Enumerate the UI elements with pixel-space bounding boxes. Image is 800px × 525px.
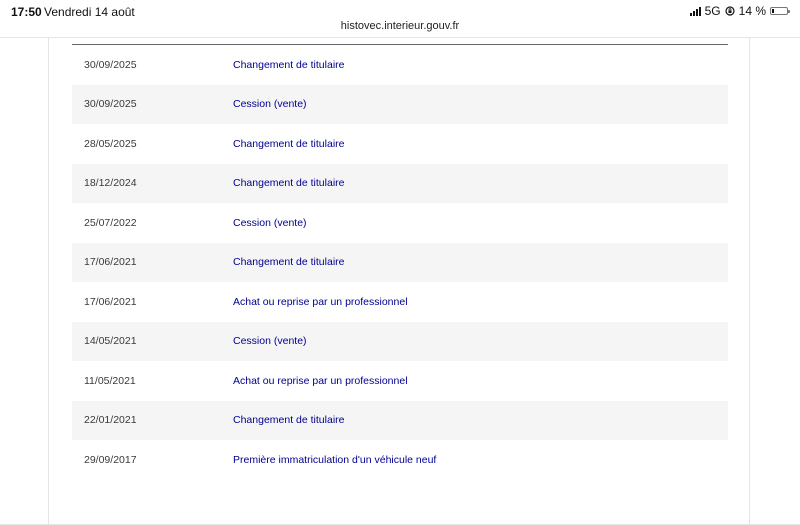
table-row: 17/06/2021 Changement de titulaire	[72, 242, 728, 282]
battery-icon	[770, 7, 790, 15]
row-date: 30/09/2025	[84, 58, 137, 71]
table-row: 18/12/2024 Changement de titulaire	[72, 163, 728, 203]
row-event: Changement de titulaire	[233, 414, 345, 427]
row-event: Changement de titulaire	[233, 58, 345, 71]
row-event: Changement de titulaire	[233, 256, 345, 269]
row-date: 17/06/2021	[84, 295, 137, 308]
battery-level	[772, 9, 774, 13]
row-date: 28/05/2025	[84, 137, 137, 150]
page-content: 30/09/2025 Changement de titulaire 30/09/2…	[0, 38, 800, 525]
row-date: 14/05/2021	[84, 335, 137, 348]
status-date: Vendredi 14 août	[44, 5, 135, 19]
table-row: 30/09/2025 Cession (vente)	[72, 84, 728, 124]
row-date: 29/09/2017	[84, 453, 137, 466]
table-row: 11/05/2021 Achat ou reprise par un profes…	[72, 361, 728, 401]
table-row: 25/07/2022 Cession (vente)	[72, 203, 728, 243]
clock: 17:50	[11, 5, 42, 19]
row-event: Changement de titulaire	[233, 177, 345, 190]
row-event: Première immatriculation d'un véhicule n…	[233, 453, 437, 466]
table-row: 29/09/2017 Première immatriculation d'un …	[72, 440, 728, 480]
row-date: 18/12/2024	[84, 177, 137, 190]
table-row: 28/05/2025 Changement de titulaire	[72, 124, 728, 164]
row-event: Cession (vente)	[233, 98, 307, 111]
row-date: 25/07/2022	[84, 216, 137, 229]
row-event: Achat ou reprise par un professionnel	[233, 295, 408, 308]
row-event: Cession (vente)	[233, 335, 307, 348]
row-date: 30/09/2025	[84, 98, 137, 111]
row-event: Changement de titulaire	[233, 137, 345, 150]
row-event: Cession (vente)	[233, 216, 307, 229]
row-event: Achat ou reprise par un professionnel	[233, 374, 408, 387]
row-date: 22/01/2021	[84, 414, 137, 427]
history-table: 30/09/2025 Changement de titulaire 30/09/2…	[72, 44, 728, 480]
rotation-lock-icon	[725, 6, 735, 16]
table-row: 30/09/2025 Changement de titulaire	[72, 45, 728, 85]
address-bar-url[interactable]: histovec.interieur.gouv.fr	[0, 20, 800, 32]
table-row: 17/06/2021 Achat ou reprise par un profes…	[72, 282, 728, 322]
network-type: 5G	[704, 4, 721, 18]
cellular-signal-icon	[689, 6, 701, 16]
status-indicators: 5G 14 %	[689, 4, 790, 18]
battery-percent: 14 %	[738, 4, 766, 18]
status-bar: 17:50 Vendredi 14 août 5G 14 % histovec.…	[0, 0, 800, 38]
table-row: 22/01/2021 Changement de titulaire	[72, 400, 728, 440]
row-date: 11/05/2021	[84, 374, 136, 387]
row-date: 17/06/2021	[84, 256, 137, 269]
table-row: 14/05/2021 Cession (vente)	[72, 321, 728, 361]
